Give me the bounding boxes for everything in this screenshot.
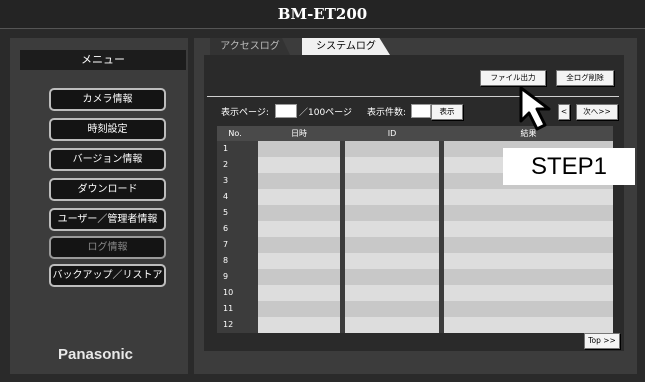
- column-header-id: ID: [387, 129, 397, 138]
- page-input[interactable]: [275, 104, 297, 118]
- count-label: 表示件数:: [367, 108, 407, 118]
- sidebar-item-download[interactable]: ダウンロード: [49, 178, 166, 201]
- table-row: 8: [217, 253, 613, 269]
- table-row: 9: [217, 269, 613, 285]
- row-number: 7: [217, 237, 253, 253]
- delete-all-logs-button[interactable]: 全ログ削除: [556, 70, 614, 86]
- row-number: 8: [217, 253, 253, 269]
- row-number: 3: [217, 173, 253, 189]
- main-content: アクセスログ システムログ ファイル出力 全ログ削除 表示ページ: ／100ペー…: [194, 38, 637, 374]
- row-number: 2: [217, 157, 253, 173]
- export-file-button[interactable]: ファイル出力: [480, 70, 546, 86]
- row-number: 11: [217, 301, 253, 317]
- sidebar-item-user-admin-info[interactable]: ユーザー／管理者情報: [49, 208, 166, 231]
- tab-access-log[interactable]: アクセスログ: [210, 38, 290, 55]
- table-row: 10: [217, 285, 613, 301]
- column-separator: [253, 141, 258, 333]
- table-row: 5: [217, 205, 613, 221]
- window-title: BM-ET200: [277, 5, 368, 23]
- table-row: 6: [217, 221, 613, 237]
- step-annotation: STEP1: [503, 148, 635, 185]
- sidebar-item-log-info[interactable]: ログ情報: [49, 236, 166, 259]
- row-number: 5: [217, 205, 253, 221]
- row-number: 4: [217, 189, 253, 205]
- next-page-button[interactable]: 次へ>>: [576, 104, 618, 120]
- row-number: 10: [217, 285, 253, 301]
- table-row: 11: [217, 301, 613, 317]
- column-separator: [340, 141, 345, 333]
- sidebar-item-backup-restore[interactable]: バックアップ／リストア: [49, 264, 166, 287]
- row-number: 12: [217, 317, 253, 333]
- sidebar-menu: メニュー カメラ情報 時刻設定 バージョン情報 ダウンロード ユーザー／管理者情…: [10, 38, 188, 374]
- sidebar-item-time-setting[interactable]: 時刻設定: [49, 118, 166, 141]
- title-bar: BM-ET200: [0, 0, 645, 29]
- column-separator: [439, 141, 444, 333]
- brand-logo: Panasonic: [58, 346, 134, 363]
- column-header-datetime: 日時: [291, 129, 307, 138]
- table-row: 4: [217, 189, 613, 205]
- cursor-arrow-icon: [519, 86, 551, 131]
- app-window: BM-ET200 メニュー カメラ情報 時刻設定 バージョン情報 ダウンロード …: [0, 0, 645, 382]
- page-label: 表示ページ:: [221, 108, 269, 118]
- sidebar-item-version-info[interactable]: バージョン情報: [49, 148, 166, 171]
- row-number: 6: [217, 221, 253, 237]
- count-input[interactable]: [411, 104, 431, 118]
- show-button[interactable]: 表示: [431, 104, 463, 120]
- table-row: 7: [217, 237, 613, 253]
- row-number: 1: [217, 141, 253, 157]
- tab-system-log[interactable]: システムログ: [302, 38, 390, 55]
- column-header-no: No.: [228, 129, 242, 138]
- total-pages-label: ／100ページ: [299, 108, 352, 118]
- table-row: 12: [217, 317, 613, 333]
- row-number: 9: [217, 269, 253, 285]
- top-button[interactable]: Top >>: [584, 333, 620, 349]
- menu-header: メニュー: [20, 50, 186, 70]
- sidebar-item-camera-info[interactable]: カメラ情報: [49, 88, 166, 111]
